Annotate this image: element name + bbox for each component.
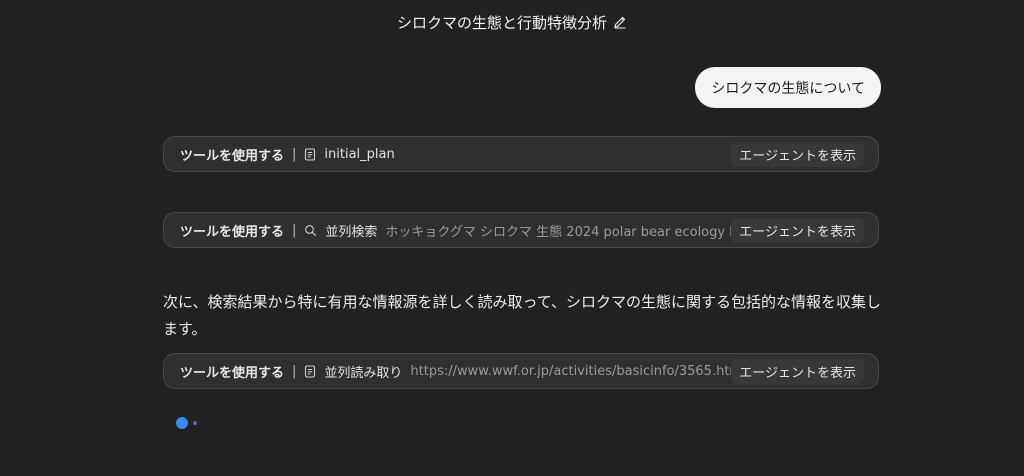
conversation-title: シロクマの生態と行動特徴分析 (396, 13, 607, 32)
show-agent-button[interactable]: エージェントを表示 (731, 217, 864, 243)
show-agent-button[interactable]: エージェントを表示 (731, 358, 864, 384)
document-icon (304, 364, 316, 378)
show-agent-button[interactable]: エージェントを表示 (731, 141, 864, 167)
loading-dot (176, 417, 188, 429)
tool-call-separator: | (292, 146, 297, 162)
conversation-header: シロクマの生態と行動特徴分析 (0, 10, 1024, 34)
tool-call-initial-plan[interactable]: ツールを使用する | initial_plan エージェントを表示 (163, 136, 879, 172)
assistant-message-text: 次に、検索結果から特に有用な情報源を詳しく読み取って、シロクマの生態に関する包括… (163, 293, 882, 338)
loading-indicator (176, 417, 197, 429)
tool-call-separator: | (292, 363, 297, 379)
search-icon (304, 224, 317, 237)
tool-call-detail: https://www.wwf.or.jp/activities/basicin… (410, 363, 732, 379)
pencil-icon[interactable] (613, 15, 627, 29)
document-icon (304, 147, 316, 161)
tool-call-detail: ホッキョクグマ シロクマ 生態 2024 polar bear ecology … (385, 224, 732, 240)
loading-dot-small (193, 421, 197, 425)
tool-call-parallel-read[interactable]: ツールを使用する | 並列読み取り https://www.wwf.or.jp/… (163, 353, 879, 389)
tool-call-name: 並列読み取り (324, 365, 403, 381)
tool-call-parallel-search[interactable]: ツールを使用する | 並列検索 ホッキョクグマ シロクマ 生態 2024 pol… (163, 212, 879, 248)
user-message-text: シロクマの生態について (711, 80, 865, 97)
tool-call-name: 並列検索 (325, 224, 378, 240)
chat-page: シロクマの生態と行動特徴分析 シロクマの生態について ツールを使用する | in… (0, 0, 1024, 476)
tool-call-name: initial_plan (324, 146, 395, 162)
tool-call-label: ツールを使用する (180, 224, 285, 240)
tool-call-label: ツールを使用する (180, 148, 285, 164)
user-message-bubble: シロクマの生態について (695, 67, 881, 108)
tool-call-separator: | (292, 222, 297, 238)
tool-call-label: ツールを使用する (180, 365, 285, 381)
